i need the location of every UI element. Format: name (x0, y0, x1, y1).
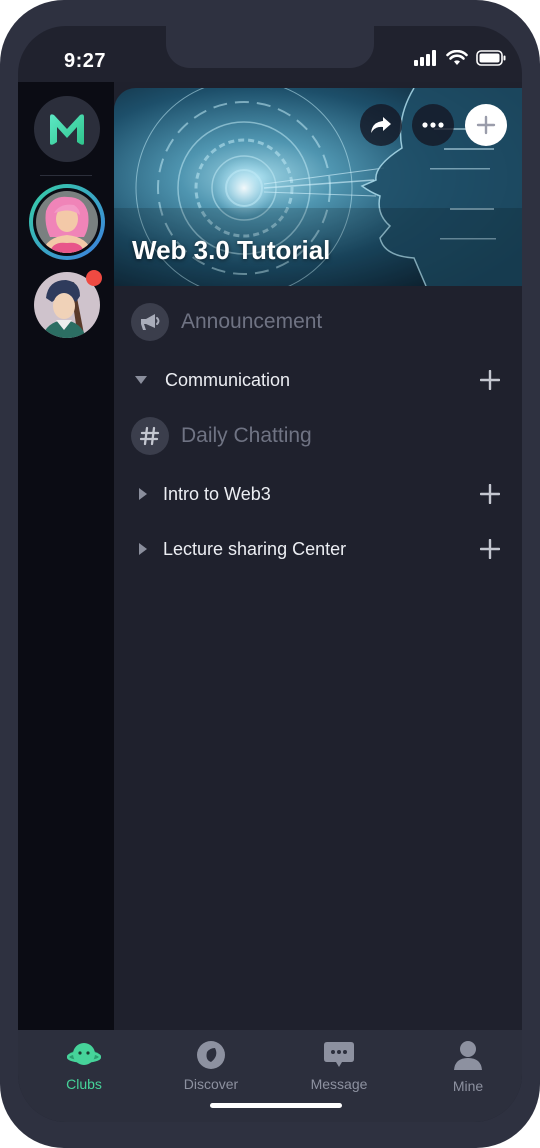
add-channel-plus-icon[interactable] (480, 539, 500, 559)
caret-right-icon (139, 543, 147, 555)
category-communication[interactable]: Communication (114, 366, 522, 394)
planet-icon (67, 1043, 101, 1065)
tab-message[interactable]: Message (276, 1040, 402, 1092)
share-arrow-icon (371, 117, 391, 133)
tab-label: Clubs (66, 1076, 102, 1092)
category-label: Intro to Web3 (163, 483, 271, 504)
caret-right-icon (139, 488, 147, 500)
daily-chatting-channel[interactable]: Daily Chatting (114, 416, 522, 456)
phone-frame: 9:27 Web 3.0 Tutorial Announcement Commu… (0, 0, 540, 1148)
plus-icon (476, 115, 496, 135)
chat-bubble-icon (324, 1042, 354, 1067)
tab-label: Message (310, 1076, 368, 1092)
club-banner: Web 3.0 Tutorial (114, 88, 522, 286)
category-lecture-sharing-center[interactable]: Lecture sharing Center (114, 535, 522, 563)
notification-badge (86, 270, 102, 286)
club-title: Web 3.0 Tutorial (132, 235, 331, 265)
status-icons (414, 50, 506, 66)
person-icon (454, 1041, 482, 1070)
announcement-channel[interactable]: Announcement (114, 302, 522, 342)
tab-mine[interactable]: Mine (405, 1040, 522, 1094)
club-avatar-secondary[interactable] (34, 270, 102, 338)
home-indicator (210, 1103, 342, 1108)
battery-icon (476, 50, 506, 66)
add-button[interactable] (465, 104, 507, 146)
ellipsis-icon (422, 122, 444, 128)
tab-label: Discover (183, 1076, 239, 1092)
m-logo-icon (50, 114, 84, 145)
bottom-tab-bar: Clubs Discover Message Mine (18, 1030, 522, 1122)
add-channel-plus-icon[interactable] (480, 370, 500, 390)
hashtag-icon (131, 417, 169, 455)
tab-label: Mine (452, 1078, 484, 1094)
more-options-button[interactable] (412, 104, 454, 146)
daily-chatting-label: Daily Chatting (181, 424, 312, 447)
club-content: Web 3.0 Tutorial Announcement Communicat… (114, 82, 522, 1030)
tab-discover[interactable]: Discover (148, 1040, 274, 1092)
announcement-label: Announcement (181, 310, 323, 333)
app-screen: 9:27 Web 3.0 Tutorial Announcement Commu… (18, 26, 522, 1122)
category-intro-to-web3[interactable]: Intro to Web3 (114, 480, 522, 508)
category-label: Lecture sharing Center (163, 538, 347, 559)
category-label: Communication (165, 369, 291, 390)
club-avatar-selected[interactable] (29, 184, 105, 260)
tab-clubs[interactable]: Clubs (21, 1040, 147, 1092)
wifi-icon (446, 50, 468, 65)
caret-down-icon (135, 376, 147, 384)
notch (166, 26, 374, 68)
signal-icon (414, 50, 436, 66)
megaphone-icon (131, 303, 169, 341)
status-time: 9:27 (64, 50, 107, 72)
share-button[interactable] (360, 104, 402, 146)
app-logo-button[interactable] (34, 96, 100, 162)
rail-divider (40, 175, 92, 176)
add-channel-plus-icon[interactable] (480, 484, 500, 504)
club-rail (18, 82, 114, 1030)
club-avatar-image (36, 191, 98, 253)
compass-icon (197, 1041, 225, 1069)
